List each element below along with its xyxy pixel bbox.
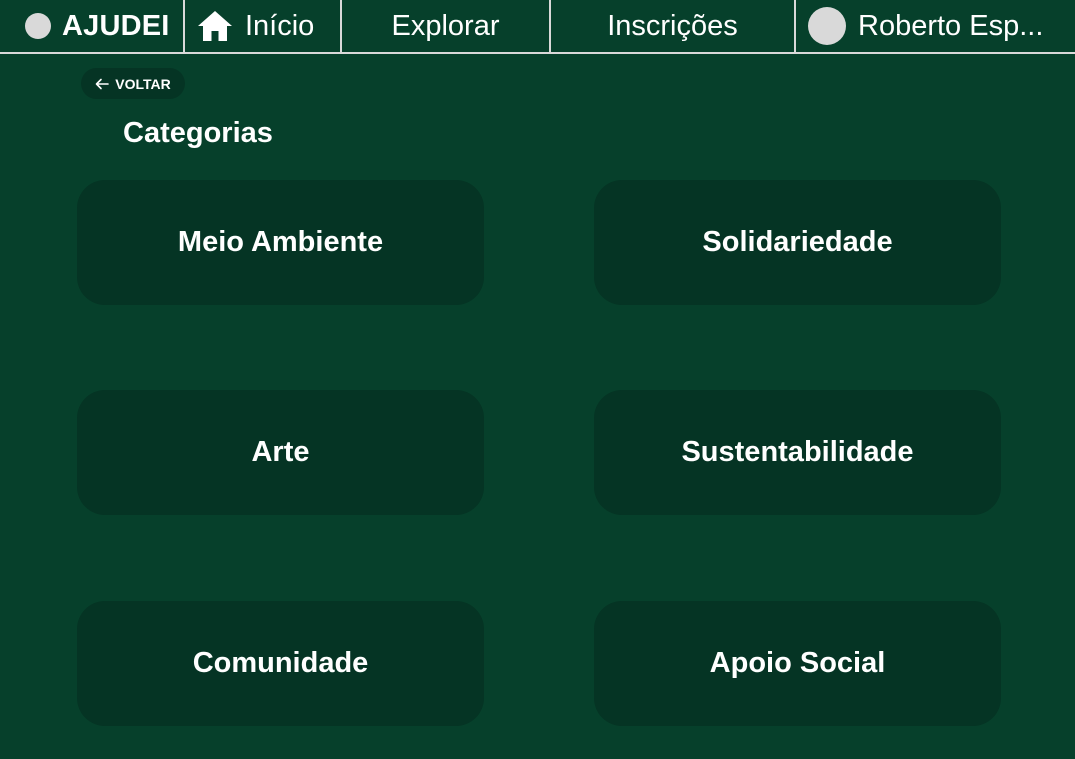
category-label: Meio Ambiente xyxy=(177,226,384,258)
nav-item-explore-label: Explorar xyxy=(391,9,500,42)
category-card-meio-ambiente[interactable]: Meio Ambiente xyxy=(77,180,484,305)
nav-item-subscriptions-label: Inscrições xyxy=(607,9,738,42)
category-card-solidariedade[interactable]: Solidariedade xyxy=(594,180,1001,305)
avatar-icon xyxy=(808,7,846,45)
nav-item-subscriptions[interactable]: Inscrições xyxy=(551,0,794,52)
nav-item-explore[interactable]: Explorar xyxy=(342,0,549,52)
back-button[interactable]: VOLTAR xyxy=(81,68,185,99)
nav-item-home[interactable]: Início xyxy=(185,0,340,52)
home-icon xyxy=(198,11,232,41)
user-name: Roberto Esp... xyxy=(858,9,1044,42)
user-profile-menu[interactable]: Roberto Esp... xyxy=(796,0,1075,52)
page-title: Categorias xyxy=(123,117,273,149)
category-card-apoio-social[interactable]: Apoio Social xyxy=(594,601,1001,726)
category-label: Apoio Social xyxy=(709,647,886,679)
category-label: Arte xyxy=(251,436,310,468)
category-label: Comunidade xyxy=(192,647,369,679)
category-card-sustentabilidade[interactable]: Sustentabilidade xyxy=(594,390,1001,515)
brand-logo-link[interactable]: AJUDEI xyxy=(0,0,183,52)
logo-circle-icon xyxy=(25,13,51,39)
category-label: Sustentabilidade xyxy=(681,436,914,468)
top-navigation-bar: AJUDEI Início Explorar Inscrições Robert… xyxy=(0,0,1075,54)
category-card-comunidade[interactable]: Comunidade xyxy=(77,601,484,726)
brand-name: AJUDEI xyxy=(62,9,170,42)
category-label: Solidariedade xyxy=(702,226,893,258)
nav-item-home-label: Início xyxy=(245,9,315,42)
back-button-label: VOLTAR xyxy=(115,75,171,92)
arrow-left-icon xyxy=(95,78,110,89)
category-card-arte[interactable]: Arte xyxy=(77,390,484,515)
